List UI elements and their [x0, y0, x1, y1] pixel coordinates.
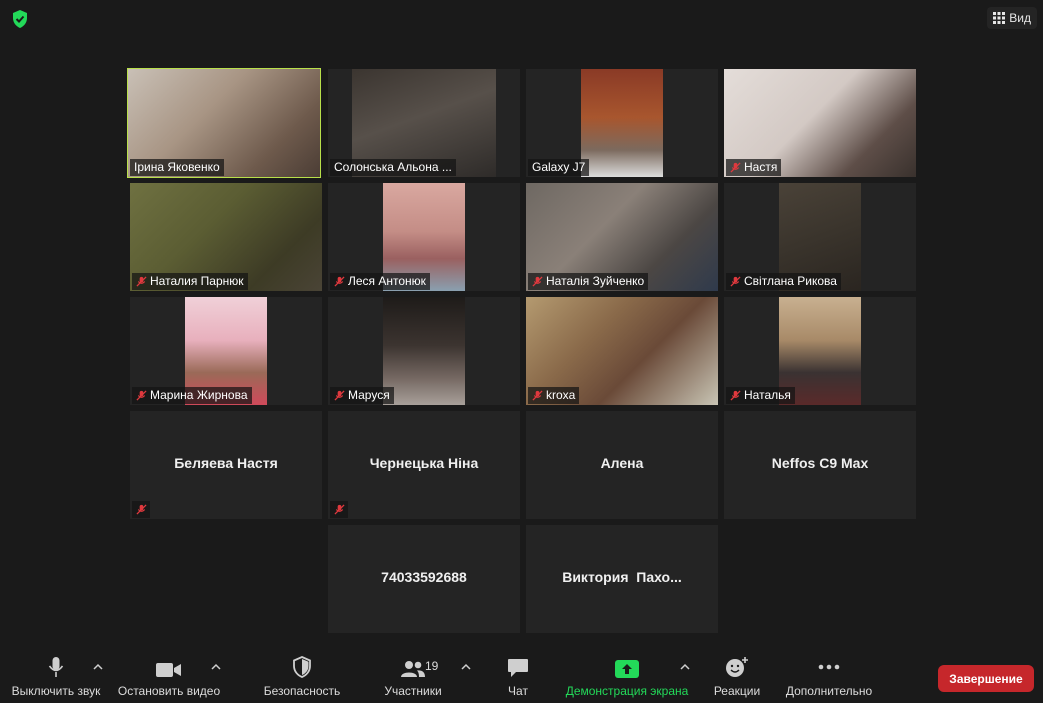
participant-name-label: Марина Жирнова	[132, 387, 252, 404]
muted-indicator	[330, 501, 348, 518]
share-options-caret-icon[interactable]	[679, 662, 691, 672]
participants-icon	[401, 661, 425, 677]
muted-mic-icon	[532, 390, 543, 401]
video-tile[interactable]: Маруся	[328, 297, 520, 405]
name-tile[interactable]: 74033592688	[328, 525, 520, 633]
participant-name: Виктория Пахо...	[562, 569, 682, 585]
video-tile[interactable]: Леся Антонюк	[328, 183, 520, 291]
muted-mic-icon	[334, 390, 345, 401]
more-dots-icon	[818, 664, 840, 670]
participant-name-label: Леся Антонюк	[330, 273, 430, 290]
video-tile[interactable]: Настя	[724, 69, 916, 177]
participant-name: Neffos C9 Max	[771, 455, 869, 471]
participant-name-label: kroxa	[528, 387, 580, 404]
participant-name-label: Наталья	[726, 387, 795, 404]
reactions-button[interactable]: Реакции	[708, 648, 766, 703]
more-button[interactable]: Дополнительно	[780, 648, 878, 703]
participant-name-label: Наталия Парнюк	[132, 273, 248, 290]
share-screen-button[interactable]: Демонстрация экрана	[562, 648, 692, 703]
participant-video	[383, 297, 465, 405]
chat-bubble-icon	[508, 659, 528, 677]
participants-count: 19	[425, 659, 439, 673]
video-tile[interactable]: Солонська Альона ...	[328, 69, 520, 177]
share-screen-icon	[615, 660, 639, 678]
participant-name-label: Наталія Зуйченко	[528, 273, 649, 290]
meeting-toolbar: Выключить звук Остановить видео Безопасн…	[0, 648, 1043, 703]
participants-options-caret-icon[interactable]	[460, 662, 472, 672]
mute-button[interactable]: Выключить звук	[8, 648, 104, 703]
security-button[interactable]: Безопасность	[260, 648, 344, 703]
participants-button[interactable]: Участники 19	[378, 648, 448, 703]
name-tile[interactable]: Neffos C9 Max	[724, 411, 916, 519]
name-tile[interactable]: Беляева Настя	[130, 411, 322, 519]
muted-mic-icon	[135, 504, 147, 515]
reaction-emoji-icon	[726, 657, 748, 677]
name-tile[interactable]: Алена	[526, 411, 718, 519]
grid-icon	[993, 12, 1006, 24]
video-options-caret-icon[interactable]	[210, 662, 222, 672]
participant-name-label: Ірина Яковенко	[130, 159, 224, 176]
video-tile[interactable]: kroxa	[526, 297, 718, 405]
muted-mic-icon	[730, 276, 741, 287]
muted-mic-icon	[730, 162, 741, 173]
video-tile[interactable]: Марина Жирнова	[130, 297, 322, 405]
participant-name: Чернецька Ніна	[369, 455, 479, 471]
video-tile[interactable]: Наталья	[724, 297, 916, 405]
name-tile[interactable]: Чернецька Ніна	[328, 411, 520, 519]
muted-mic-icon	[730, 390, 741, 401]
name-tile[interactable]: Виктория Пахо...	[526, 525, 718, 633]
video-tile[interactable]: Наталія Зуйченко	[526, 183, 718, 291]
audio-options-caret-icon[interactable]	[92, 662, 104, 672]
end-meeting-button[interactable]: Завершение	[938, 665, 1034, 692]
microphone-icon	[48, 657, 64, 677]
muted-mic-icon	[334, 276, 345, 287]
participant-name: 74033592688	[381, 569, 467, 585]
video-tile[interactable]: Світлана Рикова	[724, 183, 916, 291]
participant-name-label: Маруся	[330, 387, 394, 404]
participant-name: Алена	[600, 455, 644, 471]
video-tile[interactable]: Ірина Яковенко	[127, 68, 321, 178]
participant-name-label: Солонська Альона ...	[330, 159, 456, 176]
muted-mic-icon	[532, 276, 543, 287]
participant-name: Беляева Настя	[174, 455, 278, 471]
video-camera-icon	[156, 663, 181, 677]
muted-mic-icon	[136, 390, 147, 401]
video-tile[interactable]: Наталия Парнюк	[130, 183, 322, 291]
participant-video	[581, 69, 663, 177]
stop-video-button[interactable]: Остановить видео	[116, 648, 222, 703]
muted-indicator	[132, 501, 150, 518]
top-bar: Вид	[0, 0, 1043, 40]
view-label: Вид	[1009, 11, 1031, 25]
chat-button[interactable]: Чат	[496, 648, 540, 703]
participant-name-label: Galaxy J7	[528, 159, 590, 176]
participant-name-label: Настя	[726, 159, 782, 176]
participant-name-label: Світлана Рикова	[726, 273, 841, 290]
encryption-shield-icon[interactable]	[10, 9, 30, 29]
muted-mic-icon	[333, 504, 345, 515]
security-shield-icon	[293, 656, 311, 678]
muted-mic-icon	[136, 276, 147, 287]
video-tile[interactable]: Galaxy J7	[526, 69, 718, 177]
view-button[interactable]: Вид	[987, 7, 1037, 29]
